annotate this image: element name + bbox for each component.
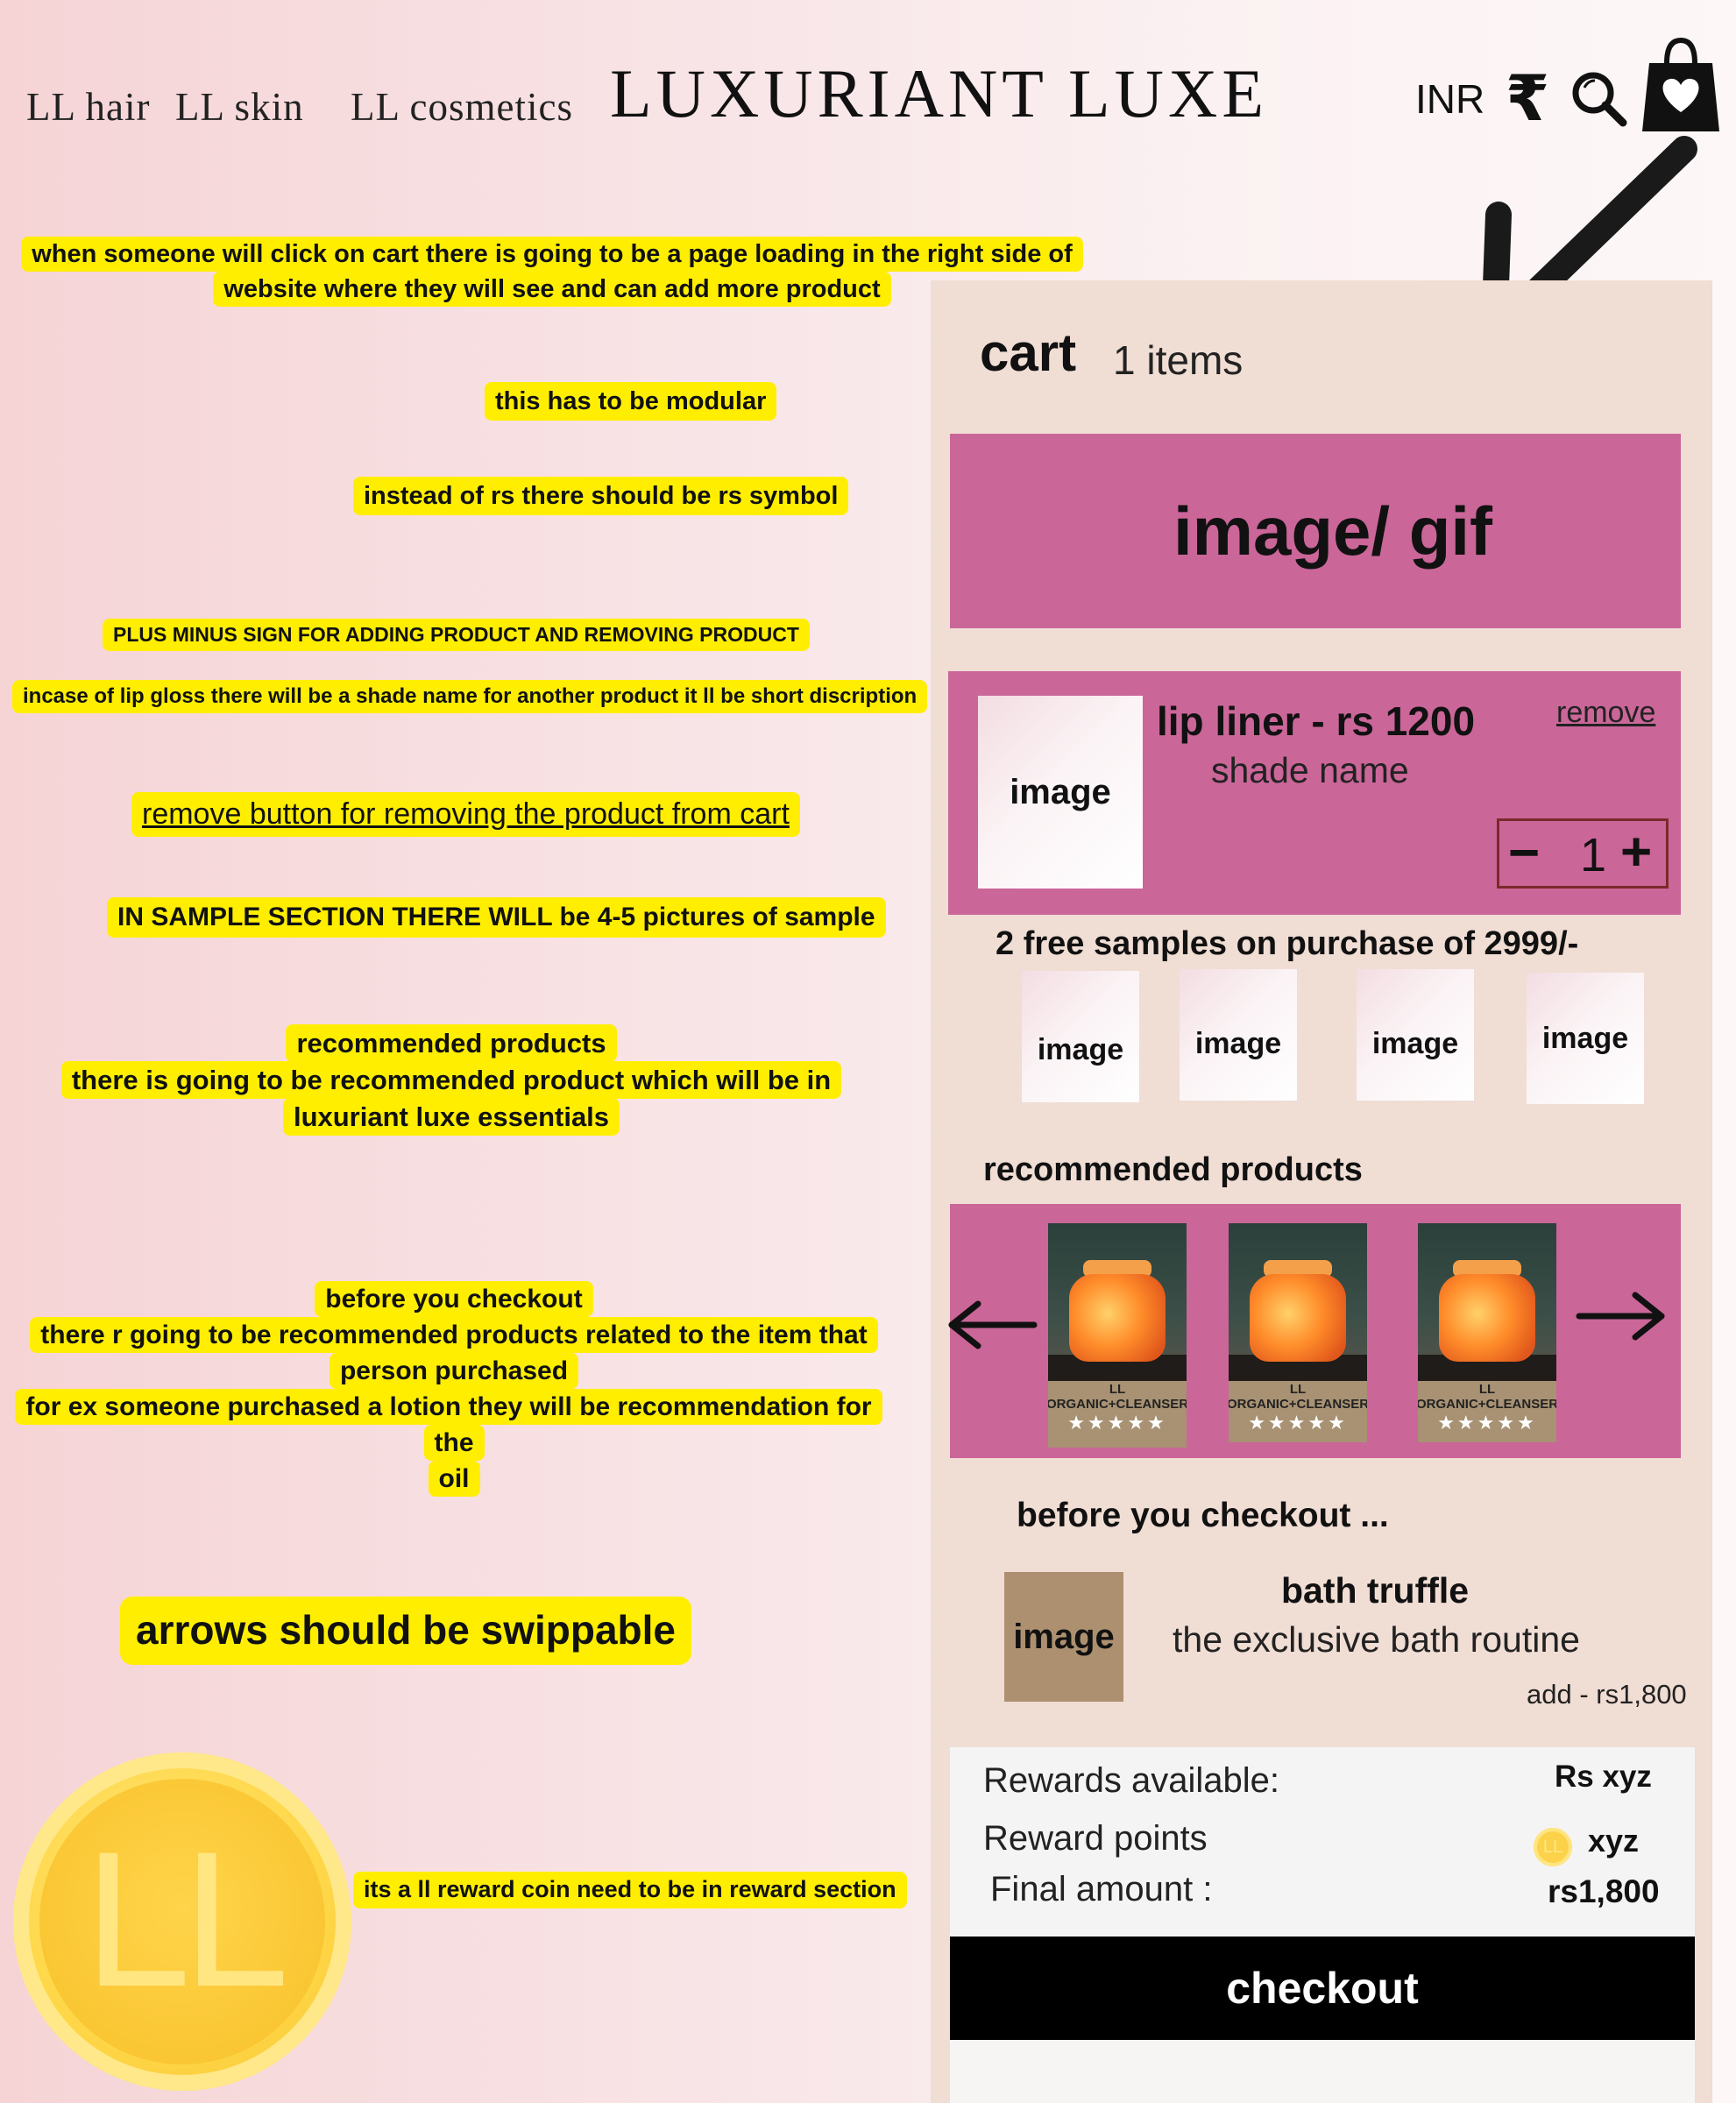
- note-shade-name: incase of lip gloss there will be a shad…: [12, 680, 928, 713]
- cart-item-count: 1 items: [1113, 337, 1244, 383]
- cart-item: image lip liner - rs 1200 shade name rem…: [948, 671, 1681, 915]
- product-brand: LL: [1478, 1382, 1496, 1397]
- quantity-stepper: − 1 +: [1497, 818, 1669, 889]
- upsell-image[interactable]: image: [1004, 1572, 1123, 1702]
- checkout-button[interactable]: checkout: [950, 1937, 1695, 2040]
- arrow-right-icon[interactable]: [1574, 1290, 1672, 1342]
- note-cart-page: when someone will click on cart there is…: [18, 237, 1087, 307]
- note-modular: this has to be modular: [485, 382, 777, 421]
- reward-points-value: xyz: [1588, 1823, 1640, 1859]
- recommended-product-card[interactable]: LL ORGANIC+CLEANSER ★★★★★: [1229, 1223, 1367, 1442]
- remove-button[interactable]: remove: [1556, 696, 1655, 730]
- note-before-checkout: before you checkout there r going to be r…: [0, 1281, 908, 1497]
- brand-logo[interactable]: LUXURIANT LUXE: [610, 54, 1268, 133]
- cart-panel: cart 1 items image/ gif image lip liner …: [931, 280, 1712, 2103]
- rupee-icon[interactable]: ₹: [1506, 61, 1549, 135]
- sample-image[interactable]: image: [1022, 971, 1139, 1102]
- note-recommended: recommended products there is going to be…: [0, 1024, 903, 1136]
- reward-coin-icon: LL: [1534, 1828, 1572, 1866]
- rating-stars: ★★★★★: [1248, 1412, 1348, 1434]
- order-summary: Rewards available: Rs xyz Reward points …: [950, 1747, 1695, 1940]
- upsell-name: bath truffle: [1281, 1570, 1470, 1611]
- note-samples: IN SAMPLE SECTION THERE WILL be 4-5 pict…: [107, 897, 886, 938]
- cart-item-image: image: [978, 696, 1143, 889]
- final-amount-label: Final amount :: [990, 1870, 1213, 1908]
- reward-coin-icon: LL: [13, 1752, 351, 2091]
- recommended-product-card[interactable]: LL ORGANIC+CLEANSER ★★★★★: [1418, 1223, 1556, 1442]
- nav-ll-hair[interactable]: LL hair: [26, 84, 151, 130]
- product-name: ORGANIC+CLEANSER: [1418, 1397, 1556, 1412]
- note-remove-button: remove button for removing the product f…: [131, 792, 800, 837]
- rating-stars: ★★★★★: [1437, 1412, 1537, 1434]
- increase-quantity-button[interactable]: +: [1620, 819, 1652, 886]
- nav-ll-cosmetics[interactable]: LL cosmetics: [351, 84, 573, 130]
- samples-title: 2 free samples on purchase of 2999/-: [996, 925, 1579, 962]
- recommended-product-card[interactable]: LL ORGANIC+CLEANSER ★★★★★: [1048, 1223, 1187, 1448]
- upsell-add-button[interactable]: add - rs1,800: [1527, 1679, 1687, 1710]
- currency-selector[interactable]: INR: [1415, 75, 1484, 123]
- note-swipe: arrows should be swippable: [120, 1597, 692, 1665]
- upsell-description: the exclusive bath routine: [1173, 1619, 1580, 1660]
- final-amount-value: rs1,800: [1548, 1873, 1660, 1909]
- product-brand: LL: [1109, 1382, 1126, 1397]
- reward-points-label: Reward points: [983, 1819, 1208, 1858]
- note-plus-minus: PLUS MINUS SIGN FOR ADDING PRODUCT AND R…: [103, 619, 810, 651]
- rewards-value: Rs xyz: [1555, 1760, 1652, 1794]
- sample-image[interactable]: image: [1527, 973, 1644, 1104]
- cart-item-shade: shade name: [1211, 750, 1409, 790]
- product-name: ORGANIC+CLEANSER: [1048, 1397, 1187, 1412]
- decrease-quantity-button[interactable]: −: [1508, 823, 1540, 884]
- product-brand: LL: [1289, 1382, 1307, 1397]
- shopping-bag-heart-icon[interactable]: [1640, 35, 1721, 133]
- sample-image[interactable]: image: [1180, 969, 1297, 1101]
- sample-image[interactable]: image: [1357, 969, 1474, 1101]
- quantity-value: 1: [1580, 829, 1607, 882]
- note-rs-symbol: instead of rs there should be rs symbol: [353, 477, 849, 516]
- rewards-label: Rewards available:: [983, 1761, 1279, 1800]
- note-reward-coin: its a ll reward coin need to be in rewar…: [353, 1872, 907, 1908]
- arrow-left-icon[interactable]: [943, 1299, 1039, 1351]
- recommended-title: recommended products: [983, 1151, 1363, 1188]
- before-checkout-title: before you checkout ...: [1017, 1497, 1389, 1534]
- cart-title: cart: [980, 323, 1077, 382]
- cart-banner: image/ gif: [950, 434, 1681, 628]
- recommended-carousel: LL ORGANIC+CLEANSER ★★★★★ LL ORGANIC+CLE…: [948, 1204, 1681, 1458]
- product-name: ORGANIC+CLEANSER: [1229, 1397, 1367, 1412]
- panel-footer: [950, 2040, 1695, 2103]
- cart-item-title: lip liner - rs 1200: [1157, 698, 1476, 744]
- rating-stars: ★★★★★: [1067, 1412, 1167, 1434]
- search-icon[interactable]: [1569, 68, 1630, 130]
- nav-ll-skin[interactable]: LL skin: [175, 84, 304, 130]
